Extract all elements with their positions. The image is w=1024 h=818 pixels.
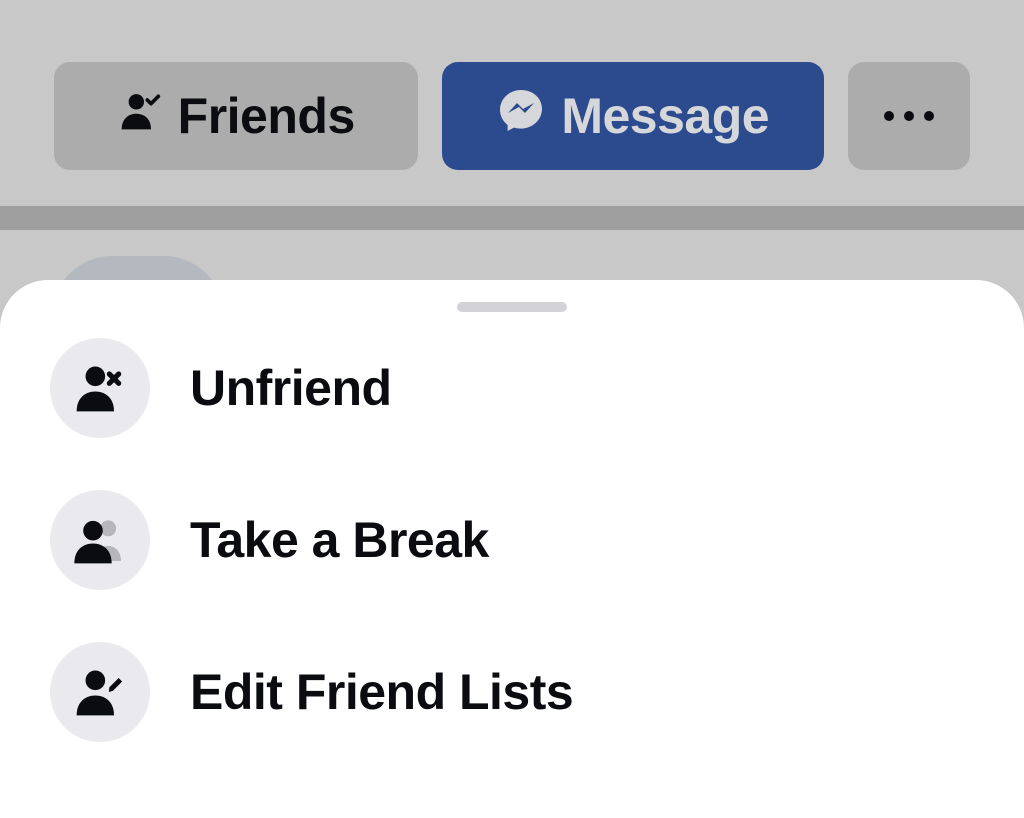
section-divider [0,206,1024,230]
profile-action-bar: Friends Message [0,0,1024,206]
messenger-icon [497,86,545,146]
people-icon [50,490,150,590]
message-button-label: Message [561,87,769,145]
sheet-item-unfriend[interactable]: Unfriend [0,312,1024,464]
action-sheet: Unfriend Take a Break Edit Friend Lists [0,280,1024,818]
sheet-grabber[interactable] [457,302,567,312]
more-options-button[interactable] [848,62,970,170]
sheet-item-label: Edit Friend Lists [190,663,573,721]
friends-button[interactable]: Friends [54,62,418,170]
person-edit-icon [50,642,150,742]
person-x-icon [50,338,150,438]
friends-button-label: Friends [178,87,355,145]
ellipsis-icon [884,111,934,121]
sheet-item-take-a-break[interactable]: Take a Break [0,464,1024,616]
sheet-item-edit-friend-lists[interactable]: Edit Friend Lists [0,616,1024,768]
message-button[interactable]: Message [442,62,824,170]
sheet-item-label: Unfriend [190,359,392,417]
person-check-icon [118,87,162,145]
sheet-item-label: Take a Break [190,511,489,569]
